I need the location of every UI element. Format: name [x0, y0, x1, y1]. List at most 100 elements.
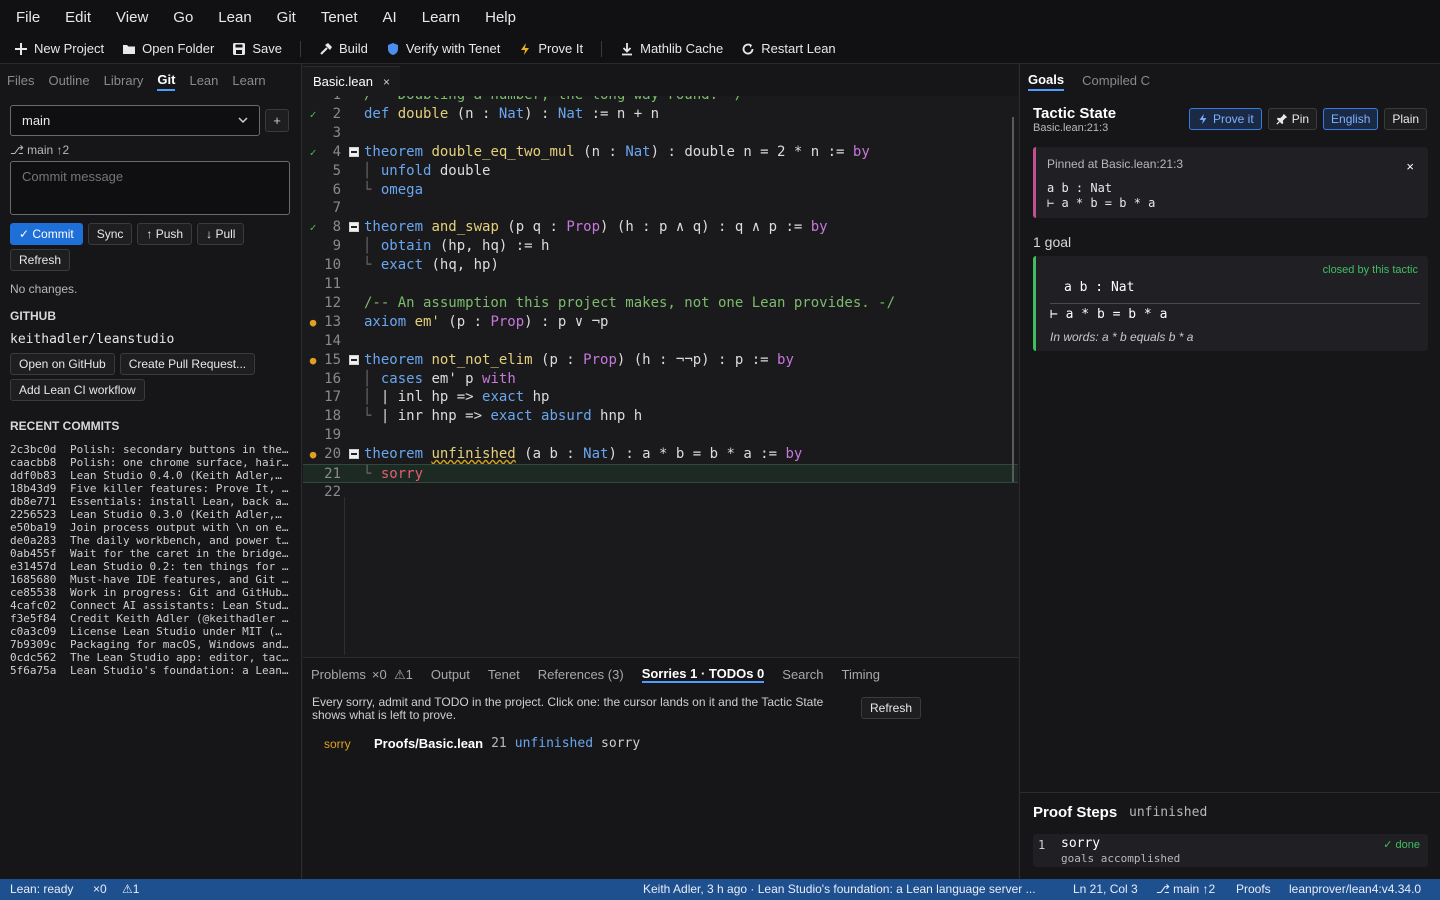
commit-row[interactable]: 7b9309c Packaging for macOS, Windows and… — [10, 638, 292, 651]
code-line[interactable]: ● 15 theorem not_not_elim (p : Prop) (h : … — [303, 351, 1018, 370]
code-line[interactable]: 21 └ sorry — [303, 464, 1018, 483]
commit-row[interactable]: e50ba19 Join process output with \n on e… — [10, 521, 292, 534]
open-folder-button[interactable]: Open Folder — [122, 41, 214, 56]
mode-indicator[interactable]: Proofs — [1236, 882, 1271, 896]
sidebar-tab-outline[interactable]: Outline — [48, 71, 89, 90]
code-area[interactable]: 1 /-- Doubling a number, the long way rou… — [303, 96, 1018, 657]
commit-row[interactable]: caacbb8 Polish: one chrome surface, hair… — [10, 456, 292, 469]
commit-row[interactable]: 4cafc02 Connect AI assistants: Lean Stud… — [10, 599, 292, 612]
error-count[interactable]: ×0 — [93, 882, 107, 896]
push-button[interactable]: ↑ Push — [137, 223, 193, 245]
menu-item-git[interactable]: Git — [277, 9, 296, 26]
sidebar-tab-lean[interactable]: Lean — [189, 71, 218, 90]
new-branch-button[interactable]: + — [265, 109, 289, 132]
save-button[interactable]: Save — [232, 41, 282, 56]
prove-it-goal-button[interactable]: Prove it — [1189, 108, 1262, 130]
code-line[interactable]: 19 — [303, 426, 1018, 445]
restart-lean-button[interactable]: Restart Lean — [741, 41, 836, 56]
menu-item-ai[interactable]: AI — [383, 9, 397, 26]
create-pr-button[interactable]: Create Pull Request... — [119, 353, 256, 375]
code-line[interactable]: ● 13 axiom em' (p : Prop) : p ∨ ¬p — [303, 313, 1018, 332]
bottom-tab-output[interactable]: Output — [431, 667, 470, 682]
cursor-position[interactable]: Ln 21, Col 3 — [1073, 882, 1138, 896]
menu-item-edit[interactable]: Edit — [65, 9, 91, 26]
close-icon[interactable]: × — [1406, 159, 1414, 174]
commit-row[interactable]: 1685680 Must-have IDE features, and Git … — [10, 573, 292, 586]
bottom-tab-references[interactable]: References (3) — [538, 667, 624, 682]
editor-tab-basic-lean[interactable]: Basic.lean × — [303, 66, 400, 96]
commit-row[interactable]: 0cdc562 The Lean Studio app: editor, tac… — [10, 651, 292, 664]
commit-row[interactable]: ce85538 Work in progress: Git and GitHub… — [10, 586, 292, 599]
commit-row[interactable]: e31457d Lean Studio 0.2: ten things for … — [10, 560, 292, 573]
pull-button[interactable]: ↓ Pull — [197, 223, 245, 245]
sidebar-tab-library[interactable]: Library — [104, 71, 144, 90]
code-line[interactable]: 22 — [303, 483, 1018, 502]
code-line[interactable]: 10 └ exact (hq, hp) — [303, 256, 1018, 275]
sidebar-tab-files[interactable]: Files — [7, 71, 34, 90]
commit-row[interactable]: 0ab455f Wait for the caret in the bridge… — [10, 547, 292, 560]
menu-item-view[interactable]: View — [116, 9, 148, 26]
verify-tenet-button[interactable]: Verify with Tenet — [386, 41, 500, 56]
code-line[interactable]: 5 │ unfold double — [303, 162, 1018, 181]
code-line[interactable]: 11 — [303, 275, 1018, 294]
lean-status[interactable]: Lean: ready — [10, 882, 73, 896]
sidebar-tab-git[interactable]: Git — [157, 70, 176, 91]
code-line[interactable]: 3 — [303, 124, 1018, 143]
sorries-refresh-button[interactable]: Refresh — [861, 697, 922, 719]
menu-item-learn[interactable]: Learn — [422, 9, 460, 26]
bottom-tab-timing[interactable]: Timing — [841, 667, 880, 682]
commit-button[interactable]: ✓ Commit — [10, 223, 83, 245]
bottom-tab-tenet[interactable]: Tenet — [488, 667, 520, 682]
code-line[interactable]: 18 └ | inr hnp => exact absurd hnp h — [303, 407, 1018, 426]
code-line[interactable]: 7 — [303, 199, 1018, 218]
menu-item-tenet[interactable]: Tenet — [321, 9, 358, 26]
fold-toggle-icon[interactable] — [349, 449, 359, 460]
commit-row[interactable]: 2256523 Lean Studio 0.3.0 (Keith Adler,… — [10, 508, 292, 521]
code-line[interactable]: ✓ 8 theorem and_swap (p q : Prop) (h : p ∧… — [303, 218, 1018, 237]
menu-item-file[interactable]: File — [16, 9, 40, 26]
mathlib-cache-button[interactable]: Mathlib Cache — [620, 41, 723, 56]
sync-button[interactable]: Sync — [87, 223, 133, 245]
commit-row[interactable]: 18b43d9 Five killer features: Prove It, … — [10, 482, 292, 495]
add-ci-workflow-button[interactable]: Add Lean CI workflow — [10, 379, 145, 401]
code-line[interactable]: 1 /-- Doubling a number, the long way rou… — [303, 96, 1018, 105]
toolchain-version[interactable]: leanprover/lean4:v4.34.0 — [1289, 882, 1421, 896]
commit-row[interactable]: f3e5f84 Credit Keith Adler (@keithadler … — [10, 612, 292, 625]
build-button[interactable]: Build — [319, 41, 368, 56]
code-line[interactable]: 17 │ | inl hp => exact hp — [303, 388, 1018, 407]
goals-tab-goals[interactable]: Goals — [1028, 70, 1065, 91]
warning-count[interactable]: ⚠1 — [122, 882, 139, 896]
bottom-tab-sorries[interactable]: Sorries 1 · TODOs 0 — [641, 666, 765, 683]
new-project-button[interactable]: New Project — [14, 41, 104, 56]
code-line[interactable]: ✓ 4 theorem double_eq_two_mul (n : Nat) : … — [303, 143, 1018, 162]
commit-row[interactable]: 5f6a75a Lean Studio's foundation: a Lean… — [10, 664, 292, 677]
code-line[interactable]: 12 /-- An assumption this project makes, … — [303, 294, 1018, 313]
sorry-list-item[interactable]: sorry Proofs/Basic.lean 21 unfinished so… — [324, 736, 640, 751]
commit-message-input[interactable] — [10, 161, 290, 215]
bottom-tab-problems[interactable]: Problems ×0 ⚠1 — [311, 667, 413, 683]
code-line[interactable]: ✓ 2 def double (n : Nat) : Nat := n + n — [303, 105, 1018, 124]
english-toggle[interactable]: English — [1323, 108, 1379, 130]
pin-button[interactable]: Pin — [1267, 108, 1318, 130]
branch-select[interactable]: main — [10, 105, 260, 136]
commit-row[interactable]: de0a283 The daily workbench, and power t… — [10, 534, 292, 547]
code-line[interactable]: ● 20 theorem unfinished (a b : Nat) : a * … — [303, 445, 1018, 464]
editor-scrollbar[interactable] — [1012, 117, 1014, 482]
commit-row[interactable]: ddf0b83 Lean Studio 0.4.0 (Keith Adler,… — [10, 469, 292, 482]
proof-step-row[interactable]: 1 sorry goals accomplished ✓ done — [1033, 834, 1428, 867]
goals-tab-compiled-c[interactable]: Compiled C — [1082, 71, 1150, 90]
commit-row[interactable]: db8e771 Essentials: install Lean, back a… — [10, 495, 292, 508]
git-blame[interactable]: Keith Adler, 3 h ago · Lean Studio's fou… — [643, 882, 1036, 896]
open-on-github-button[interactable]: Open on GitHub — [10, 353, 115, 375]
code-line[interactable]: 9 │ obtain (hp, hq) := h — [303, 237, 1018, 256]
commit-row[interactable]: c0a3c09 License Lean Studio under MIT (… — [10, 625, 292, 638]
code-line[interactable]: 14 — [303, 332, 1018, 351]
menu-item-go[interactable]: Go — [173, 9, 193, 26]
plain-toggle[interactable]: Plain — [1384, 108, 1428, 130]
fold-toggle-icon[interactable] — [349, 222, 359, 233]
sidebar-tab-learn[interactable]: Learn — [232, 71, 265, 90]
menu-item-lean[interactable]: Lean — [218, 9, 251, 26]
fold-toggle-icon[interactable] — [349, 146, 359, 157]
fold-toggle-icon[interactable] — [349, 354, 359, 365]
prove-it-button[interactable]: Prove It — [518, 41, 583, 56]
